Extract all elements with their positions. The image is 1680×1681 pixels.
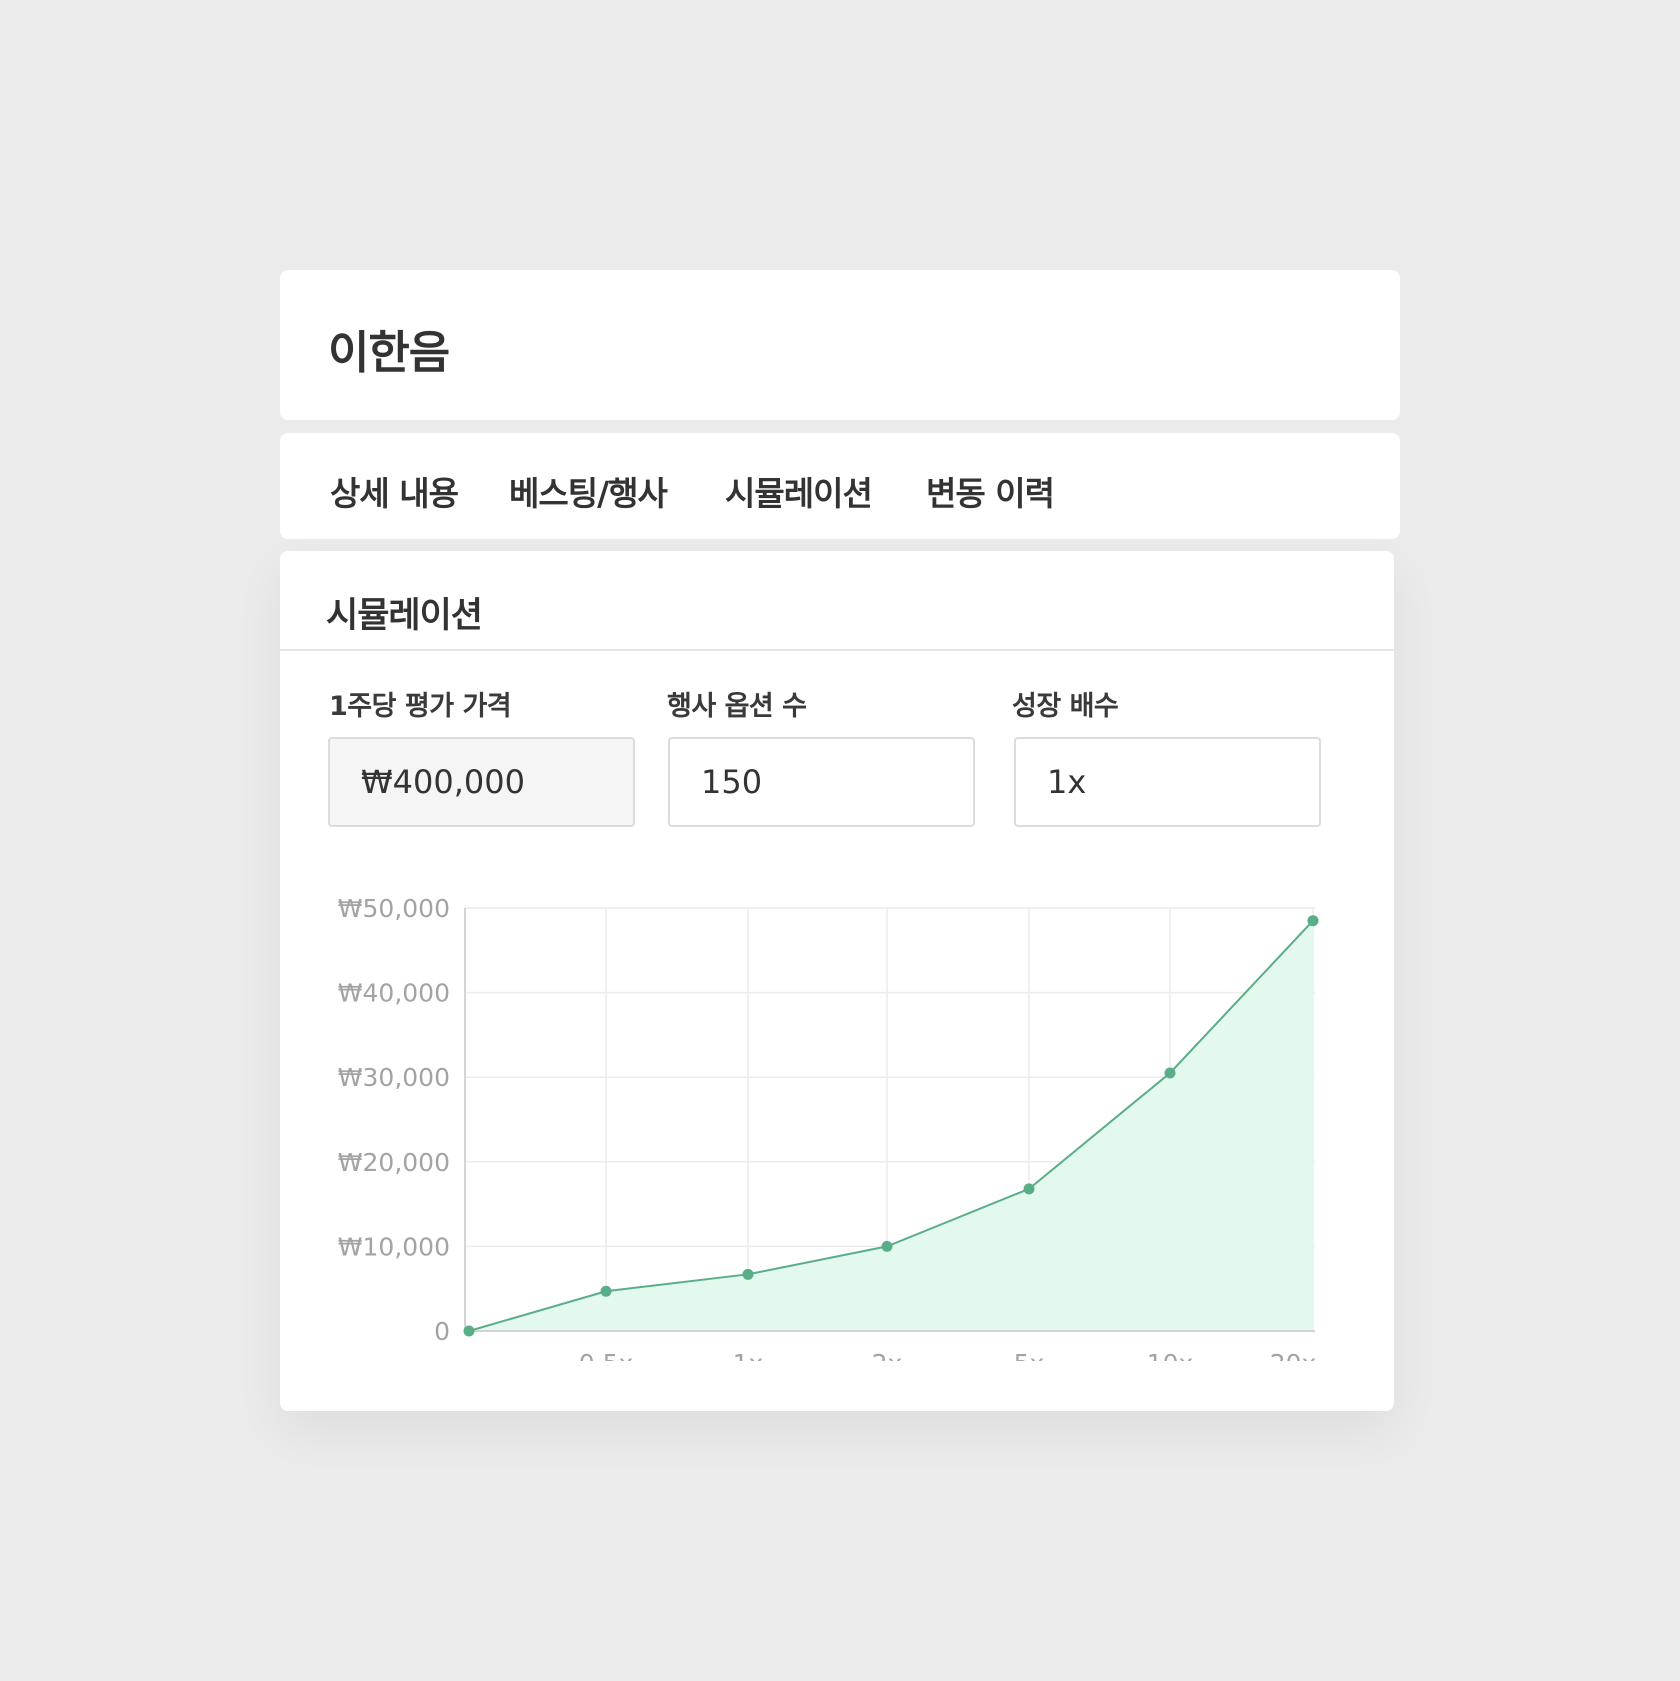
y-tick-label: ₩30,000 [338,1063,450,1092]
data-point [463,1325,475,1337]
data-point [881,1240,893,1252]
chart-svg: ₩50,000 ₩40,000 ₩30,000 ₩20,000 ₩10,000 0 0.5x… [338,894,1319,1361]
simulation-card: 시뮬레이션 1주당 평가 가격 행사 옵션 수 성장 배수 ₩400,000 1… [280,551,1394,1411]
data-point [1023,1183,1035,1195]
tab-bar: 상세 내용 베스팅/행사 시뮬레이션 변동 이력 [280,433,1400,539]
x-tick-label: 5x [1014,1349,1045,1361]
y-tick-label: ₩50,000 [338,894,450,923]
person-name: 이한음 [328,326,450,379]
growth-multiple-label: 성장 배수 [1012,691,1119,722]
simulation-title: 시뮬레이션 [326,596,483,636]
price-per-share-field: ₩400,000 [328,737,635,827]
data-point [1164,1067,1176,1079]
tab-change-history[interactable]: 변동 이력 [926,467,1055,515]
area-fill [469,920,1313,1331]
data-point [742,1268,754,1280]
growth-multiple-input[interactable]: 1x [1014,737,1321,827]
x-tick-label: 10x [1147,1349,1194,1361]
y-tick-label: ₩20,000 [338,1148,450,1177]
option-count-label: 행사 옵션 수 [667,691,807,722]
tab-details[interactable]: 상세 내용 [330,467,459,515]
tab-vesting-exercise[interactable]: 베스팅/행사 [509,467,668,515]
x-tick-label: 2x [872,1349,903,1361]
y-tick-label: 0 [434,1317,450,1346]
x-tick-label: 1x [733,1349,764,1361]
tab-simulation[interactable]: 시뮬레이션 [725,467,873,515]
simulation-chart: ₩50,000 ₩40,000 ₩30,000 ₩20,000 ₩10,000 0 0.5x… [280,861,1394,1361]
y-tick-label: ₩10,000 [338,1232,450,1261]
x-tick-label: 20x [1270,1349,1317,1361]
option-count-input[interactable]: 150 [668,737,975,827]
price-per-share-label: 1주당 평가 가격 [329,691,512,722]
header-panel: 이한음 [280,270,1400,420]
data-point [600,1285,612,1297]
x-tick-label: 0.5x [579,1349,634,1361]
data-point [1307,915,1319,927]
y-tick-label: ₩40,000 [338,979,450,1008]
card-divider [280,649,1394,651]
